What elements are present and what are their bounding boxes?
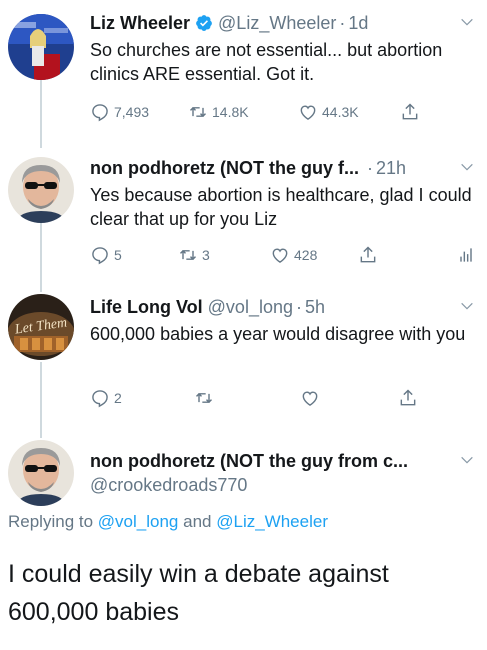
like-icon (302, 391, 318, 406)
tweet-header: non podhoretz (NOT the guy from c... (90, 450, 479, 472)
mention-link[interactable]: @vol_long (98, 512, 179, 531)
like-icon (272, 248, 288, 263)
retweet-count: 3 (202, 247, 210, 263)
replying-and: and (183, 512, 212, 531)
tweet-life-long-vol[interactable]: Let Them Life Long Vol @vol_long · 5h 60… (0, 286, 487, 426)
chevron-down-icon[interactable] (459, 452, 475, 468)
tweet-header: non podhoretz (NOT the guy f... · 21h (90, 157, 479, 179)
tweet-non-podhoretz-1[interactable]: non podhoretz (NOT the guy f... · 21h Ye… (0, 145, 487, 285)
avatar[interactable] (8, 440, 74, 506)
action-bar: 2 (90, 386, 420, 410)
action-bar: 5 3 428 (90, 243, 480, 267)
retweet-icon (189, 107, 207, 117)
share-icon (402, 103, 418, 120)
timestamp[interactable]: 21h (376, 157, 406, 179)
tweet-text: 600,000 babies a year would disagree wit… (90, 324, 466, 344)
retweet-icon (195, 393, 213, 403)
handle[interactable]: @Liz_Wheeler (218, 12, 336, 34)
replying-prefix: Replying to (8, 512, 94, 531)
replying-to: Replying to @vol_long and @Liz_Wheeler (8, 512, 328, 532)
share-icon (360, 246, 376, 263)
display-name[interactable]: non podhoretz (NOT the guy f... (90, 157, 359, 179)
share-button[interactable] (358, 243, 378, 267)
handle[interactable]: @vol_long (208, 296, 293, 318)
display-name[interactable]: Liz Wheeler (90, 12, 190, 34)
mention-link[interactable]: @Liz_Wheeler (216, 512, 328, 531)
separator-dot: · (366, 158, 373, 178)
reply-count: 5 (114, 247, 122, 263)
chevron-down-icon[interactable] (459, 298, 475, 314)
analytics-button[interactable] (456, 243, 476, 267)
tweet-text: Yes because abortion is healthcare, glad… (90, 185, 472, 229)
display-name[interactable]: non podhoretz (NOT the guy from c... (90, 450, 408, 472)
retweet-icon (179, 250, 197, 260)
retweet-button[interactable] (194, 386, 214, 410)
avatar[interactable] (8, 157, 74, 223)
like-count: 428 (294, 247, 318, 263)
share-button[interactable] (400, 100, 420, 124)
reply-button[interactable]: 7,493 (90, 100, 149, 124)
display-name[interactable]: Life Long Vol (90, 296, 203, 318)
reply-count: 2 (114, 390, 122, 406)
separator-dot: · (295, 297, 302, 317)
share-button[interactable] (398, 386, 418, 410)
reply-icon (92, 390, 108, 408)
reply-button[interactable]: 5 (90, 243, 122, 267)
tweet-header: Life Long Vol @vol_long · 5h (90, 296, 479, 318)
like-button[interactable] (300, 386, 320, 410)
handle[interactable]: @crookedroads770 (90, 474, 247, 496)
share-icon (400, 389, 416, 406)
separator-dot: · (339, 13, 346, 33)
analytics-icon (460, 248, 472, 262)
avatar[interactable]: Let Them (8, 294, 74, 360)
like-button[interactable]: 428 (270, 243, 317, 267)
reply-icon (92, 247, 108, 265)
reply-button[interactable]: 2 (90, 386, 122, 410)
reply-count: 7,493 (114, 104, 150, 120)
timestamp[interactable]: 5h (305, 296, 325, 318)
chevron-down-icon[interactable] (459, 14, 475, 30)
handle-row: @crookedroads770 (90, 474, 479, 496)
avatar[interactable] (8, 14, 74, 80)
timestamp[interactable]: 1d (348, 12, 368, 34)
retweet-count: 14.8K (212, 104, 249, 120)
retweet-button[interactable]: 3 (178, 243, 210, 267)
tweet-header: Liz Wheeler @Liz_Wheeler · 1d (90, 12, 479, 34)
like-button[interactable]: 44.3K (298, 100, 359, 124)
verified-badge-icon (196, 15, 212, 31)
reply-icon (92, 104, 108, 122)
focused-tweet-text: I could easily win a debate against 600,… (8, 560, 389, 626)
chevron-down-icon[interactable] (459, 159, 475, 175)
tweet-liz-wheeler[interactable]: Liz Wheeler @Liz_Wheeler · 1d So churche… (0, 0, 487, 140)
action-bar: 7,493 14.8K 44.3K (90, 100, 470, 124)
like-count: 44.3K (322, 104, 359, 120)
like-icon (300, 105, 316, 120)
retweet-button[interactable]: 14.8K (188, 100, 249, 124)
tweet-text: So churches are not essential... but abo… (90, 40, 443, 84)
